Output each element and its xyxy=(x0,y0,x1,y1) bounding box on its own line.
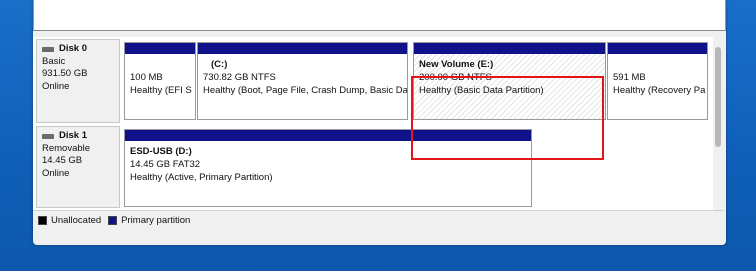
disk-size: 14.45 GB xyxy=(42,155,83,166)
partition-name: (C:) xyxy=(211,59,228,70)
partition-new-volume-e[interactable]: New Volume (E:) 200.00 GB NTFS Healthy (… xyxy=(413,42,606,120)
partition-name: ESD-USB (D:) xyxy=(130,146,192,157)
partition-size: 100 MB xyxy=(130,72,163,83)
disk-management-window: Disk 0 Basic 931.50 GB Online 100 MB Hea… xyxy=(33,0,726,245)
legend-unallocated: Unallocated xyxy=(38,215,101,226)
disk-size: 931.50 GB xyxy=(42,68,88,79)
partition-status: Healthy (Active, Primary Partition) xyxy=(130,172,273,183)
disk-title: Disk 0 xyxy=(59,43,87,54)
primary-partition-swatch xyxy=(108,215,118,225)
disk-drive-icon xyxy=(42,133,54,139)
partition-name xyxy=(130,58,195,71)
partition-status: Healthy (EFI S xyxy=(130,85,192,96)
disk-row-1: Disk 1 Removable 14.45 GB Online ESD-USB… xyxy=(33,124,713,210)
legend-label: Primary partition xyxy=(121,214,191,226)
volume-list-pane[interactable] xyxy=(33,0,726,31)
disk-row-0: Disk 0 Basic 931.50 GB Online 100 MB Hea… xyxy=(33,37,713,125)
partition-size: 14.45 GB FAT32 xyxy=(130,159,201,170)
partition-name xyxy=(613,58,707,71)
unallocated-swatch xyxy=(38,215,47,225)
partition-esd-usb-d[interactable]: ESD-USB (D:) 14.45 GB FAT32 Healthy (Act… xyxy=(124,129,532,207)
scrollbar-thumb[interactable] xyxy=(715,47,721,147)
legend-bar: Unallocated Primary partition xyxy=(33,210,724,229)
disk-map-pane: Disk 0 Basic 931.50 GB Online 100 MB Hea… xyxy=(33,37,713,210)
partition-type-bar xyxy=(125,130,531,141)
partition-type-bar xyxy=(608,43,707,54)
vertical-scrollbar[interactable] xyxy=(713,37,724,210)
partition-size: 200.00 GB NTFS xyxy=(419,72,492,83)
partition-size: 730.82 GB NTFS xyxy=(203,72,276,83)
disk-status: Online xyxy=(42,80,70,92)
disk-drive-icon xyxy=(42,46,54,52)
partition-status: Healthy (Basic Data Partition) xyxy=(419,85,544,96)
disk-title: Disk 1 xyxy=(59,130,87,141)
partition-type-bar xyxy=(125,43,195,54)
partition-type-bar xyxy=(198,43,407,54)
partition-status: Healthy (Boot, Page File, Crash Dump, Ba… xyxy=(203,85,408,96)
disk-status: Online xyxy=(42,167,70,179)
partition-status: Healthy (Recovery Pa xyxy=(613,85,706,96)
partition-efi[interactable]: 100 MB Healthy (EFI S xyxy=(124,42,196,120)
partition-name: New Volume (E:) xyxy=(419,59,494,70)
disk-type: Basic xyxy=(42,55,66,67)
disk-1-label[interactable]: Disk 1 Removable 14.45 GB Online xyxy=(36,126,120,208)
legend-label: Unallocated xyxy=(51,214,102,226)
disk-0-label[interactable]: Disk 0 Basic 931.50 GB Online xyxy=(36,39,120,123)
legend-primary: Primary partition xyxy=(108,215,190,226)
disk-type: Removable xyxy=(42,142,91,154)
partition-type-bar xyxy=(414,43,605,54)
partition-size: 591 MB xyxy=(613,72,646,83)
partition-c[interactable]: (C:) 730.82 GB NTFS Healthy (Boot, Page … xyxy=(197,42,408,120)
partition-recovery[interactable]: 591 MB Healthy (Recovery Pa xyxy=(607,42,708,120)
